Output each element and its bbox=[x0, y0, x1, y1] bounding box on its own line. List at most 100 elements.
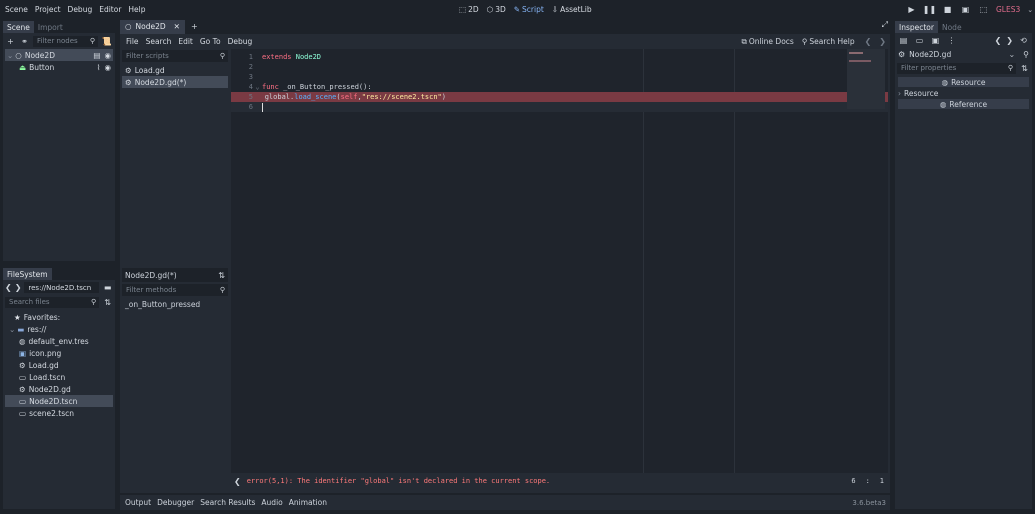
search-files-input[interactable]: Search files ⚲ bbox=[5, 296, 100, 308]
new-resource-icon[interactable]: ▤ bbox=[898, 35, 909, 46]
code-line[interactable]: 2 bbox=[231, 62, 888, 72]
visibility-icon[interactable]: ◉ bbox=[104, 63, 111, 72]
forward-icon[interactable]: ❯ bbox=[1006, 36, 1013, 45]
code-line[interactable]: 3 bbox=[231, 72, 888, 82]
file-item[interactable]: ★ Favorites: bbox=[5, 311, 113, 323]
menu-debug[interactable]: Debug bbox=[68, 5, 93, 14]
file-item[interactable]: ▭ scene2.tscn bbox=[5, 407, 113, 419]
fold-icon[interactable]: ⌄ bbox=[253, 82, 262, 92]
tab-audio[interactable]: Audio bbox=[261, 498, 282, 507]
mode-script-button[interactable]: ✎ Script bbox=[514, 5, 544, 14]
sort-icon[interactable]: ⇅ bbox=[102, 297, 113, 308]
script-attach-icon[interactable]: 📜 bbox=[101, 36, 112, 47]
search-help-button[interactable]: ⚲ Search Help bbox=[802, 37, 855, 46]
sort-icon[interactable]: ⇅ bbox=[218, 271, 225, 280]
filter-methods-input[interactable]: Filter methods ⚲ bbox=[122, 284, 228, 296]
filter-properties-input[interactable]: Filter properties ⚲ bbox=[897, 62, 1016, 74]
inspected-object[interactable]: Node2D.gd bbox=[909, 50, 1004, 59]
menu-file[interactable]: File bbox=[126, 37, 139, 46]
menu-editor[interactable]: Editor bbox=[99, 5, 121, 14]
cursor-line: 6 bbox=[851, 477, 856, 485]
play-icon[interactable]: ▶ bbox=[906, 4, 917, 15]
play-scene-icon[interactable]: ▣ bbox=[960, 4, 971, 15]
file-item[interactable]: ▣ icon.png bbox=[5, 347, 113, 359]
menu-search[interactable]: Search bbox=[146, 37, 172, 46]
scene-tab-node2d[interactable]: ○ Node2D ✕ bbox=[120, 19, 185, 34]
tab-filesystem[interactable]: FileSystem bbox=[3, 268, 52, 280]
stop-icon[interactable]: ■ bbox=[942, 4, 953, 15]
tab-scene[interactable]: Scene bbox=[3, 21, 34, 33]
file-item[interactable]: ⌄ ▬ res:// bbox=[5, 323, 113, 335]
menu-project[interactable]: Project bbox=[35, 5, 61, 14]
tab-output[interactable]: Output bbox=[125, 498, 151, 507]
add-tab-icon[interactable]: + bbox=[191, 22, 198, 31]
menu-help[interactable]: Help bbox=[128, 5, 145, 14]
visibility-icon[interactable]: ◉ bbox=[104, 51, 111, 60]
resource-icon: ◍ bbox=[19, 336, 26, 346]
menu-debug-script[interactable]: Debug bbox=[228, 37, 253, 46]
script-item[interactable]: ⚙ Load.gd bbox=[122, 64, 228, 76]
open-resource-icon[interactable]: ▭ bbox=[914, 35, 925, 46]
close-icon[interactable]: ✕ bbox=[174, 22, 180, 31]
code-line[interactable]: 4 ⌄ func _on_Button_pressed(): bbox=[231, 82, 888, 92]
script-item[interactable]: ⚙ Node2D.gd(*) bbox=[122, 76, 228, 88]
script-icon[interactable]: ▤ bbox=[93, 51, 100, 60]
renderer-select[interactable]: GLES3 bbox=[996, 5, 1020, 14]
collapse-icon[interactable]: ⌄ bbox=[9, 325, 15, 334]
file-item[interactable]: ▭ Load.tscn bbox=[5, 371, 113, 383]
tab-import[interactable]: Import bbox=[34, 21, 67, 33]
method-item[interactable]: _on_Button_pressed bbox=[122, 296, 228, 313]
object-menu-icon[interactable]: ⚲ bbox=[1023, 50, 1029, 59]
code-line[interactable]: 5 global.load_scene(self,"res://scene2.t… bbox=[231, 92, 888, 102]
tree-node-button[interactable]: ⏏ Button ⌇ ◉ bbox=[5, 61, 113, 73]
play-custom-icon[interactable]: ⬚ bbox=[978, 4, 989, 15]
property-settings-icon[interactable]: ⇅ bbox=[1019, 63, 1030, 74]
resource-category: ◍ Resource bbox=[898, 77, 1029, 87]
distraction-free-icon[interactable]: ⤢ bbox=[882, 20, 888, 30]
signal-icon[interactable]: ⌇ bbox=[97, 63, 101, 72]
forward-icon[interactable]: ❯ bbox=[879, 37, 886, 46]
forward-icon[interactable]: ❯ bbox=[15, 283, 22, 292]
file-item[interactable]: ◍ default_env.tres bbox=[5, 335, 113, 347]
tab-animation[interactable]: Animation bbox=[289, 498, 327, 507]
menu-edit[interactable]: Edit bbox=[178, 37, 193, 46]
filter-nodes-input[interactable]: Filter nodes ⚲ bbox=[33, 35, 98, 47]
chevron-down-icon[interactable]: ⌄ bbox=[1008, 50, 1015, 59]
filter-scripts-input[interactable]: Filter scripts ⚲ bbox=[122, 50, 228, 62]
file-item[interactable]: ▭ Node2D.tscn bbox=[5, 395, 113, 407]
code-line[interactable]: 1 extends Node2D bbox=[231, 52, 888, 62]
more-icon[interactable]: ⋮ bbox=[946, 35, 957, 46]
chevron-down-icon[interactable]: ⌄ bbox=[1027, 6, 1033, 14]
split-mode-icon[interactable]: ▬ bbox=[102, 282, 113, 293]
tab-search-results[interactable]: Search Results bbox=[200, 498, 255, 507]
link-icon[interactable]: ⚭ bbox=[19, 36, 30, 47]
menu-goto[interactable]: Go To bbox=[200, 37, 221, 46]
back-icon[interactable]: ❮ bbox=[995, 36, 1002, 45]
menu-scene[interactable]: Scene bbox=[5, 5, 28, 14]
file-item[interactable]: ⚙ Node2D.gd bbox=[5, 383, 113, 395]
scene-icon: ▭ bbox=[19, 408, 27, 418]
save-icon[interactable]: ▣ bbox=[930, 35, 941, 46]
pause-icon[interactable]: ❚❚ bbox=[923, 4, 936, 15]
resource-section[interactable]: › Resource bbox=[898, 88, 1029, 98]
tree-node-node2d[interactable]: ⌄ ○ Node2D ▤ ◉ bbox=[5, 49, 113, 61]
error-message[interactable]: error(5,1): The identifier "global" isn'… bbox=[247, 477, 852, 485]
history-icon[interactable]: ⟲ bbox=[1018, 35, 1029, 46]
tab-node[interactable]: Node bbox=[938, 21, 966, 33]
mode-2d-button[interactable]: ⬚ 2D bbox=[459, 5, 479, 14]
minimap[interactable] bbox=[847, 49, 885, 109]
mode-3d-button[interactable]: ⬡ 3D bbox=[487, 5, 506, 14]
add-node-icon[interactable]: + bbox=[5, 36, 16, 47]
code-line[interactable]: 6 bbox=[231, 102, 888, 112]
tab-debugger[interactable]: Debugger bbox=[157, 498, 194, 507]
path-field[interactable]: res://Node2D.tscn bbox=[24, 282, 100, 293]
code-editor[interactable]: 1 extends Node2D 2 3 4 ⌄ func _on_Button_pr… bbox=[231, 49, 888, 473]
back-icon[interactable]: ❮ bbox=[865, 37, 872, 46]
toggle-scripts-icon[interactable]: ❮ bbox=[234, 477, 241, 486]
play-controls: ▶ ❚❚ ■ ▣ ⬚ GLES3 ⌄ bbox=[906, 3, 1033, 16]
online-docs-button[interactable]: ⧉ Online Docs bbox=[742, 37, 794, 47]
back-icon[interactable]: ❮ bbox=[5, 283, 12, 292]
mode-assetlib-button[interactable]: ⇩ AssetLib bbox=[552, 5, 592, 14]
file-item[interactable]: ⚙ Load.gd bbox=[5, 359, 113, 371]
tab-inspector[interactable]: Inspector bbox=[895, 21, 938, 33]
